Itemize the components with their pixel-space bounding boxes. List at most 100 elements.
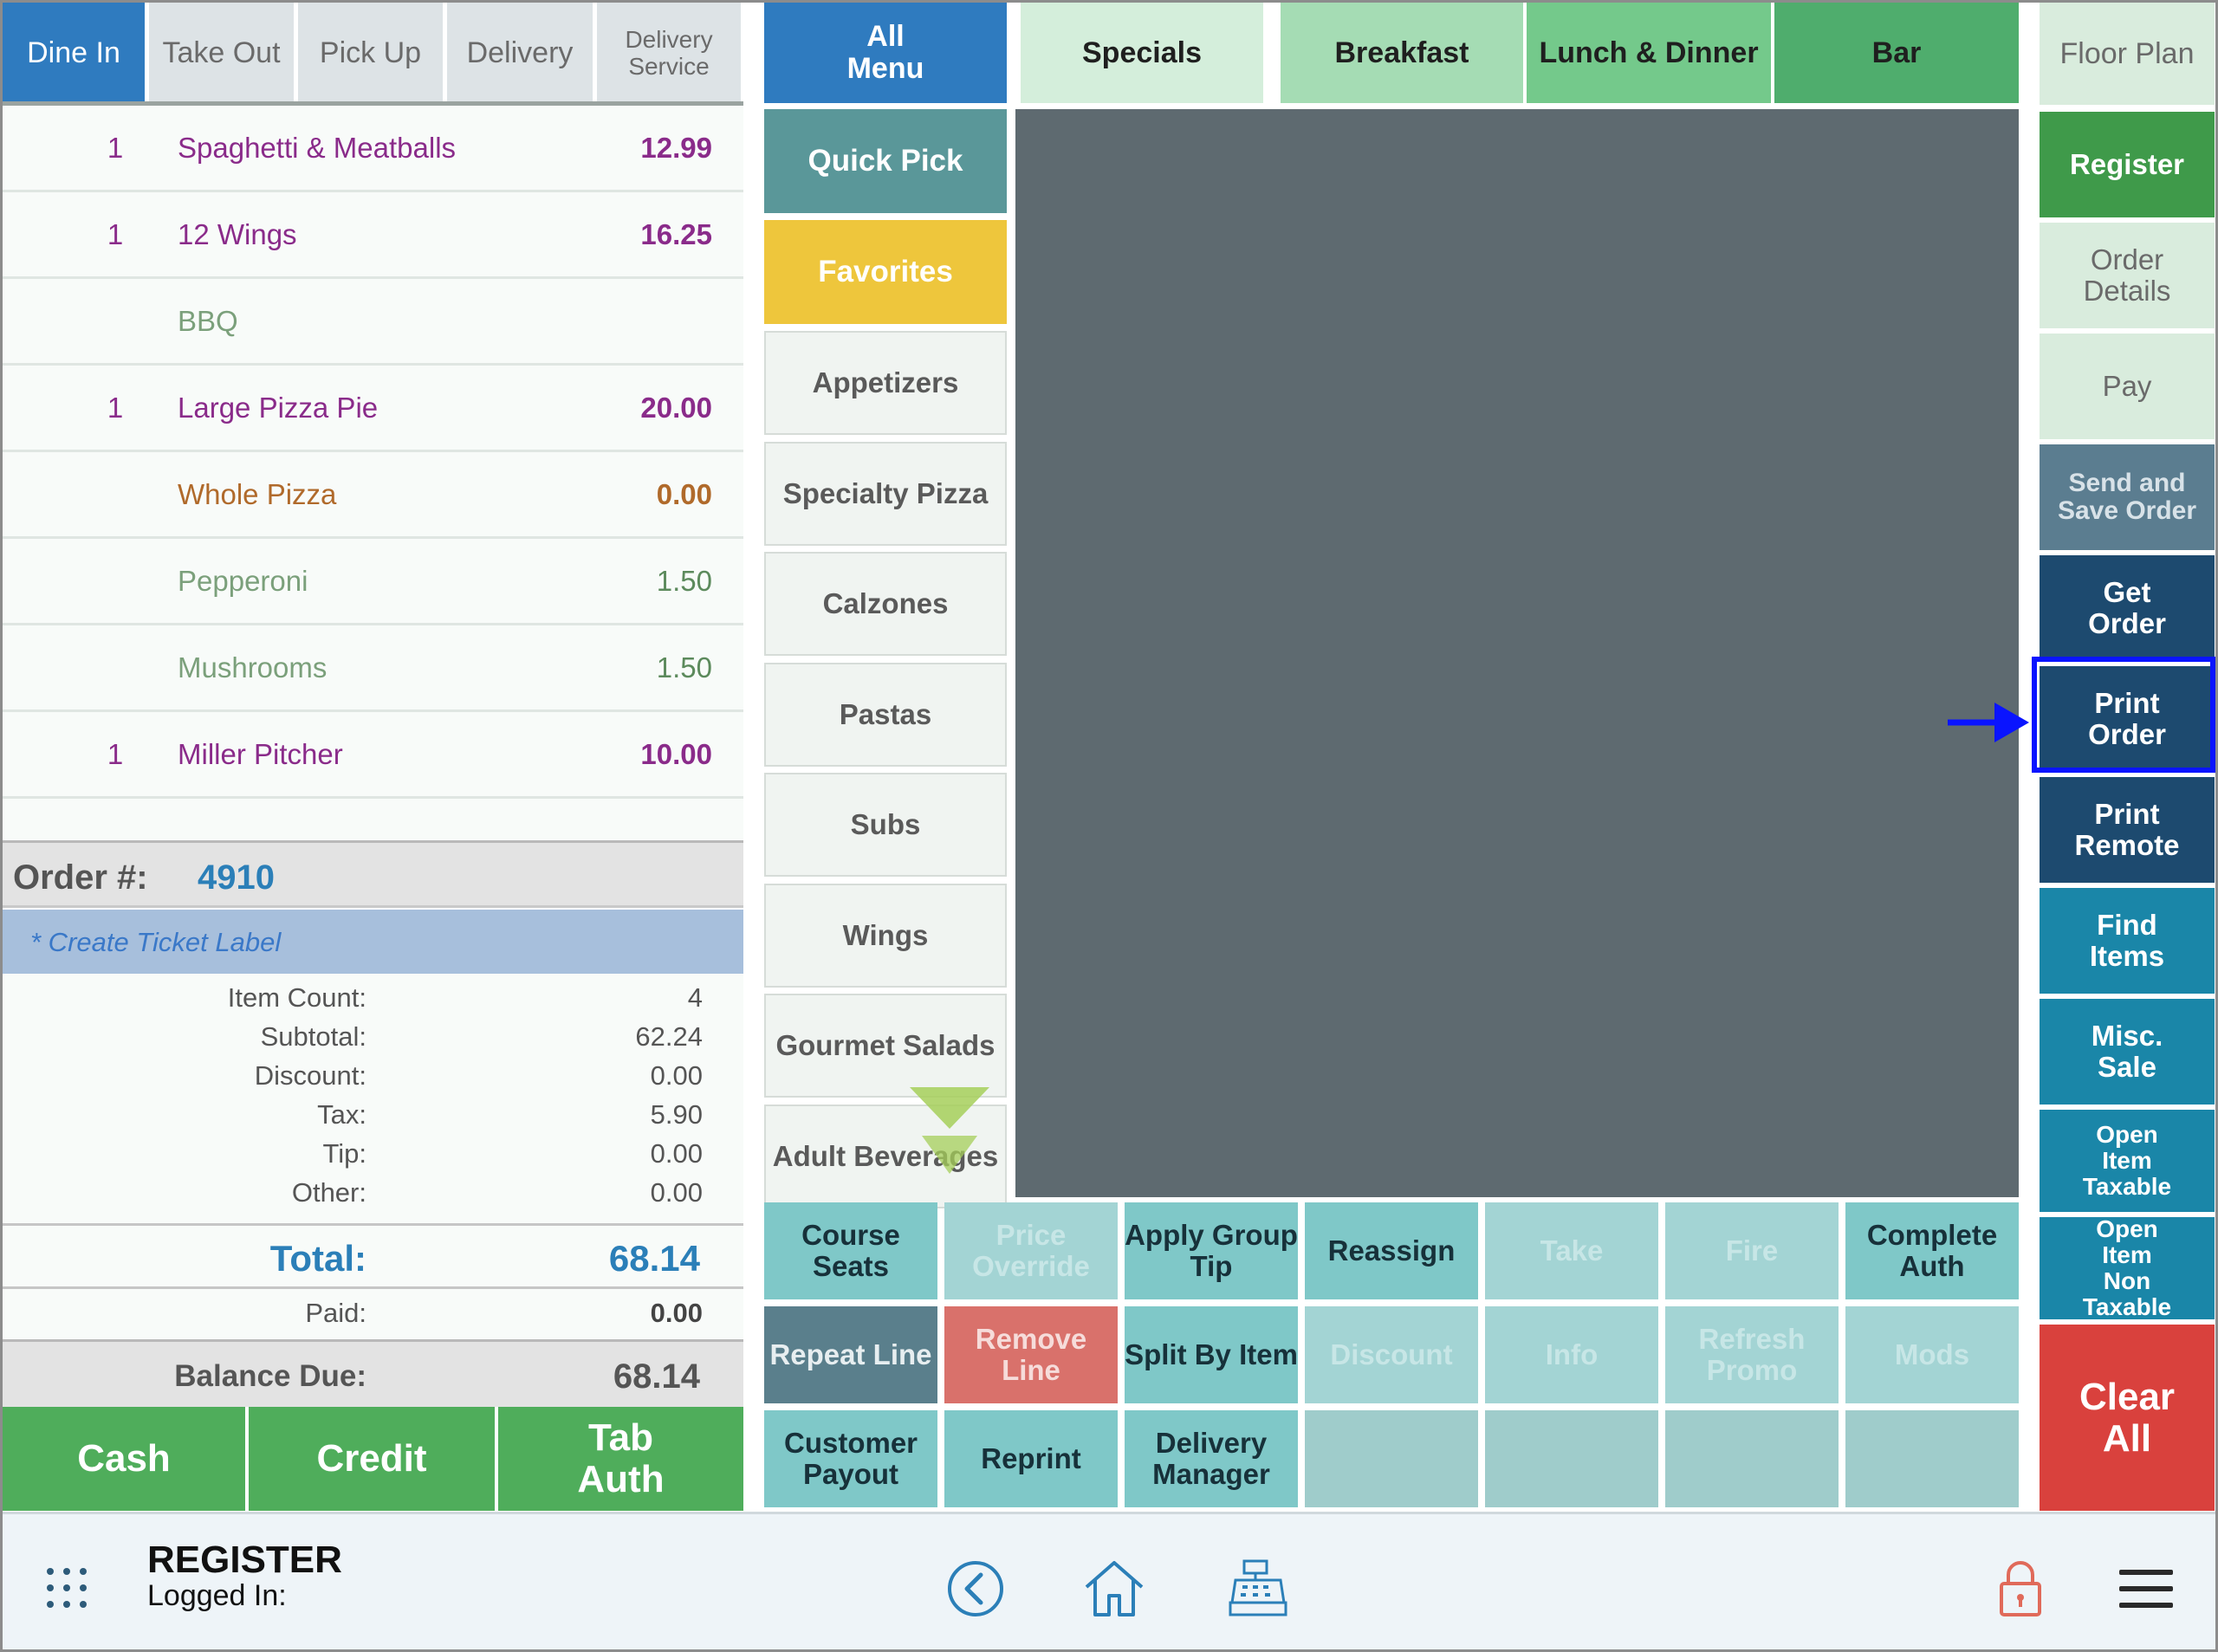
item-qty bbox=[102, 279, 128, 363]
complete-auth-button[interactable]: Complete Auth bbox=[1845, 1202, 2019, 1299]
course-seats-button[interactable]: Course Seats bbox=[764, 1202, 937, 1299]
category-wings[interactable]: Wings bbox=[764, 884, 1007, 988]
cash-button[interactable]: Cash bbox=[3, 1407, 245, 1511]
panel-gap bbox=[743, 0, 762, 1512]
tab-bar[interactable]: Bar bbox=[1774, 3, 2019, 103]
order-row[interactable]: 1 Spaghetti & Meatballs 12.99 bbox=[3, 106, 743, 192]
info-button[interactable]: Info bbox=[1485, 1306, 1658, 1403]
paid-value: 0.00 bbox=[650, 1298, 703, 1328]
item-price: 20.00 bbox=[640, 392, 712, 424]
order-row[interactable]: Pepperoni 1.50 bbox=[3, 539, 743, 625]
item-name: Large Pizza Pie bbox=[178, 392, 379, 424]
open-item-taxable-button[interactable]: Open Item Taxable bbox=[2040, 1110, 2215, 1212]
floor-plan-button[interactable]: Floor Plan bbox=[2040, 3, 2215, 105]
category-gourmet-salads[interactable]: Gourmet Salads bbox=[764, 994, 1007, 1098]
apply-group-tip-button[interactable]: Apply Group Tip bbox=[1125, 1202, 1298, 1299]
item-price: 0.00 bbox=[656, 478, 712, 510]
item-price: 16.25 bbox=[640, 218, 712, 250]
balance-label: Balance Due: bbox=[174, 1359, 366, 1393]
order-row[interactable]: 1 12 Wings 16.25 bbox=[3, 192, 743, 279]
delivery-manager-button[interactable]: Delivery Manager bbox=[1125, 1410, 1298, 1507]
total-row: Total: 68.14 bbox=[3, 1223, 743, 1289]
order-number-label: Order #: bbox=[13, 858, 148, 897]
order-row[interactable]: Whole Pizza 0.00 bbox=[3, 452, 743, 539]
other-label: Other: bbox=[291, 1177, 366, 1208]
discount-button[interactable]: Discount bbox=[1305, 1306, 1478, 1403]
category-pastas[interactable]: Pastas bbox=[764, 663, 1007, 767]
refresh-promo-button[interactable]: Refresh Promo bbox=[1665, 1306, 1839, 1403]
balance-value: 68.14 bbox=[613, 1357, 700, 1396]
remove-line-button[interactable]: Remove Line bbox=[944, 1306, 1118, 1403]
order-row[interactable]: 1 Miller Pitcher 10.00 bbox=[3, 712, 743, 799]
category-appetizers[interactable]: Appetizers bbox=[764, 331, 1007, 435]
ticket-label-text: * Create Ticket Label bbox=[30, 927, 282, 957]
fire-button[interactable]: Fire bbox=[1665, 1202, 1839, 1299]
back-circle-icon[interactable] bbox=[946, 1559, 1005, 1618]
menu-items-area bbox=[1015, 109, 2019, 1197]
footer-title: REGISTER bbox=[147, 1539, 342, 1581]
take-button[interactable]: Take bbox=[1485, 1202, 1658, 1299]
print-remote-button[interactable]: Print Remote bbox=[2040, 777, 2215, 883]
tab-auth-button[interactable]: Tab Auth bbox=[498, 1407, 743, 1511]
clear-all-button[interactable]: Clear All bbox=[2040, 1325, 2215, 1511]
empty-slot bbox=[1845, 1410, 2019, 1507]
category-calzones[interactable]: Calzones bbox=[764, 552, 1007, 656]
lock-icon[interactable] bbox=[1998, 1559, 2043, 1618]
tax-value: 5.90 bbox=[650, 1099, 703, 1130]
item-count-label: Item Count: bbox=[227, 982, 366, 1013]
customer-payout-button[interactable]: Customer Payout bbox=[764, 1410, 937, 1507]
item-price: 12.99 bbox=[640, 132, 712, 164]
order-row[interactable]: BBQ bbox=[3, 279, 743, 366]
split-by-item-button[interactable]: Split By Item bbox=[1125, 1306, 1298, 1403]
category-favorites[interactable]: Favorites bbox=[764, 220, 1007, 324]
discount-label: Discount: bbox=[254, 1060, 366, 1091]
item-name: Spaghetti & Meatballs bbox=[178, 132, 457, 164]
scroll-down-icon[interactable] bbox=[910, 1087, 989, 1184]
hamburger-icon[interactable] bbox=[2119, 1568, 2173, 1610]
category-subs[interactable]: Subs bbox=[764, 773, 1007, 877]
subtotal-label: Subtotal: bbox=[260, 1021, 366, 1052]
tab-breakfast[interactable]: Breakfast bbox=[1281, 3, 1523, 103]
mods-button[interactable]: Mods bbox=[1845, 1306, 2019, 1403]
order-number-bar: Order #: 4910 bbox=[3, 840, 743, 908]
tab-delivery[interactable]: Delivery bbox=[447, 3, 595, 104]
category-specialty-pizza[interactable]: Specialty Pizza bbox=[764, 442, 1007, 546]
find-items-button[interactable]: Find Items bbox=[2040, 888, 2215, 994]
get-order-button[interactable]: Get Order bbox=[2040, 555, 2215, 661]
pay-button[interactable]: Pay bbox=[2040, 334, 2215, 439]
home-icon[interactable] bbox=[1083, 1558, 1145, 1618]
order-row[interactable]: 1 Large Pizza Pie 20.00 bbox=[3, 366, 743, 452]
tab-pick-up[interactable]: Pick Up bbox=[298, 3, 445, 104]
order-details-button[interactable]: Order Details bbox=[2040, 223, 2215, 328]
register-button[interactable]: Register bbox=[2040, 112, 2215, 217]
order-row[interactable]: Mushrooms 1.50 bbox=[3, 625, 743, 712]
item-qty: 1 bbox=[107, 132, 124, 164]
tab-all-menu[interactable]: All Menu bbox=[764, 3, 1007, 103]
reassign-button[interactable]: Reassign bbox=[1305, 1202, 1478, 1299]
tab-specials[interactable]: Specials bbox=[1021, 3, 1263, 103]
price-override-button[interactable]: Price Override bbox=[944, 1202, 1118, 1299]
open-item-non-taxable-button[interactable]: Open Item Non Taxable bbox=[2040, 1215, 2215, 1320]
send-save-order-button[interactable]: Send and Save Order bbox=[2040, 444, 2215, 550]
cash-register-icon[interactable] bbox=[1229, 1558, 1287, 1618]
order-summary: Item Count: 4 Subtotal: 62.24 Discount: … bbox=[3, 974, 743, 1225]
item-qty: 1 bbox=[107, 392, 124, 424]
item-name: Mushrooms bbox=[178, 651, 328, 683]
tab-take-out[interactable]: Take Out bbox=[149, 3, 296, 104]
balance-due-row: Balance Due: 68.14 bbox=[3, 1339, 743, 1407]
highlight-box bbox=[2032, 657, 2215, 773]
create-ticket-label[interactable]: * Create Ticket Label bbox=[3, 910, 743, 974]
item-qty: 1 bbox=[107, 218, 124, 250]
item-name: BBQ bbox=[178, 305, 238, 337]
grid-icon[interactable] bbox=[45, 1566, 88, 1610]
tab-dine-in[interactable]: Dine In bbox=[3, 3, 147, 104]
tab-lunch-dinner[interactable]: Lunch & Dinner bbox=[1527, 3, 1771, 103]
misc-sale-button[interactable]: Misc. Sale bbox=[2040, 999, 2215, 1105]
discount-value: 0.00 bbox=[650, 1060, 703, 1091]
reprint-button[interactable]: Reprint bbox=[944, 1410, 1118, 1507]
credit-button[interactable]: Credit bbox=[249, 1407, 495, 1511]
tab-delivery-service[interactable]: Delivery Service bbox=[597, 3, 743, 104]
category-quick-pick[interactable]: Quick Pick bbox=[764, 109, 1007, 213]
repeat-line-button[interactable]: Repeat Line bbox=[764, 1306, 937, 1403]
empty-slot bbox=[1665, 1410, 1839, 1507]
